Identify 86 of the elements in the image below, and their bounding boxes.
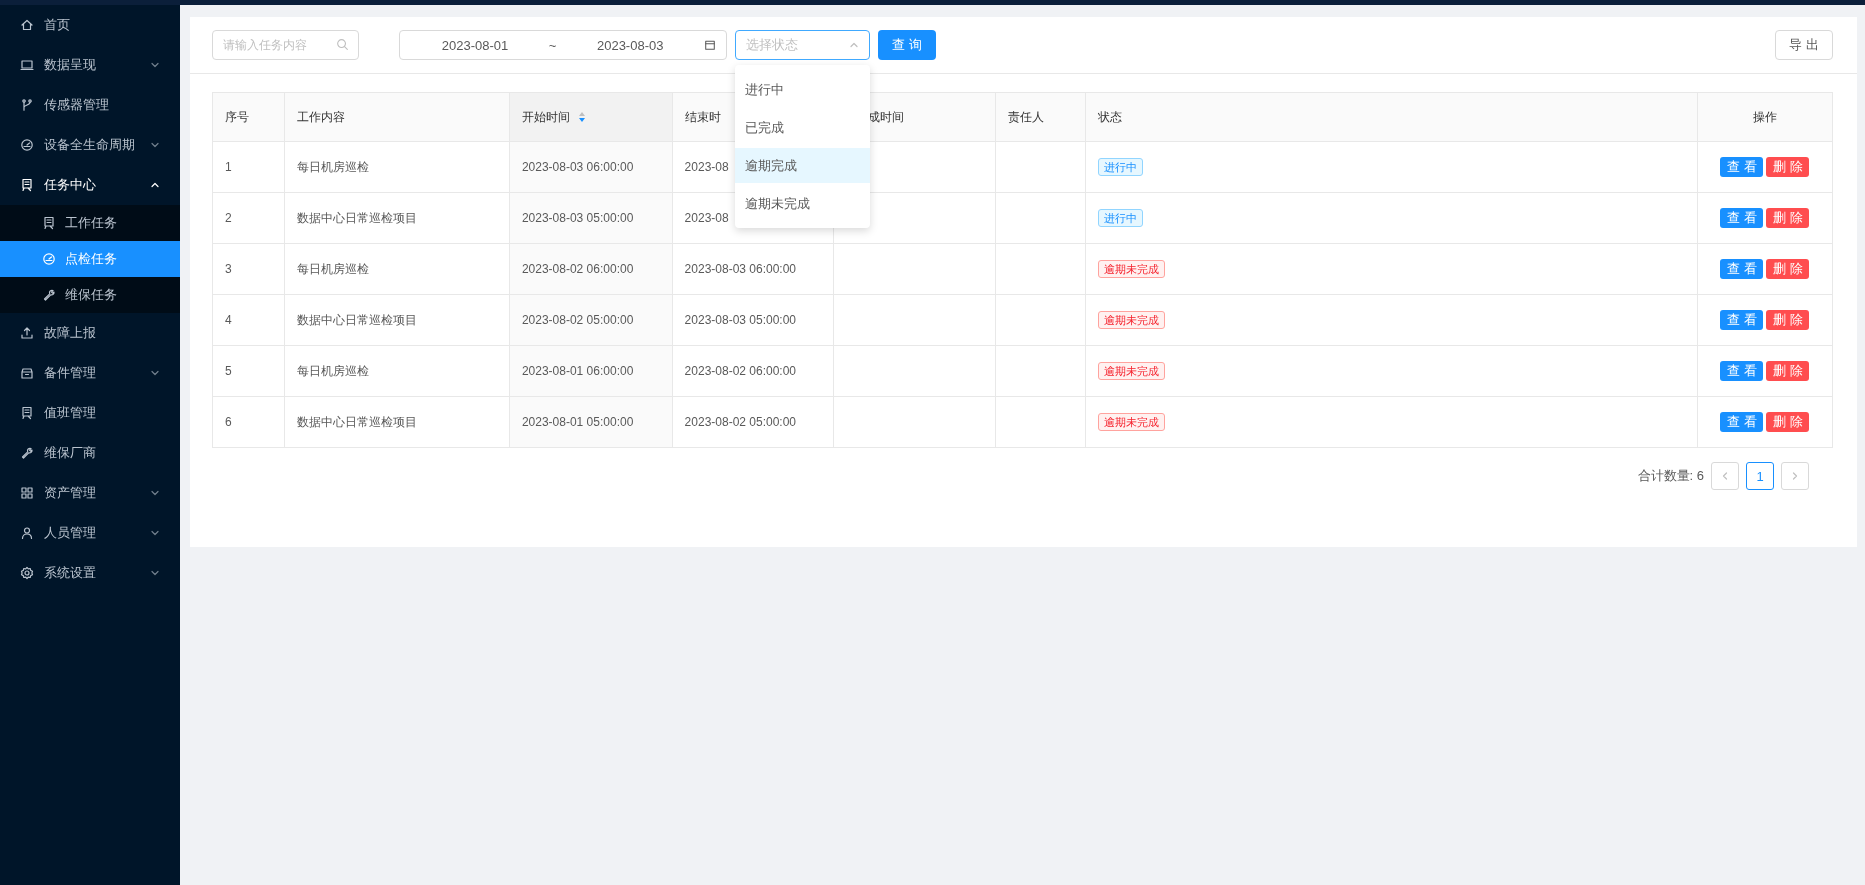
table-cell: 2023-08-03 06:00:00	[521, 160, 634, 174]
menu-item[interactable]: 首页	[0, 5, 180, 45]
table-cell: 2023-08-01 05:00:00	[521, 415, 634, 429]
menu-item[interactable]: 设备全生命周期	[0, 125, 180, 165]
previous-page-button[interactable]	[1711, 462, 1739, 490]
column-header: 责任人	[1007, 108, 1044, 126]
chevron-left-icon	[1720, 471, 1730, 481]
menu-item[interactable]: 数据呈现	[0, 45, 180, 85]
column-header: 成时间	[868, 108, 905, 126]
table-cell: 5	[225, 364, 232, 378]
dropdown-option[interactable]: 逾期未完成	[735, 186, 870, 221]
table-cell: 2023-08-03 06:00:00	[684, 262, 797, 276]
total-count: 合计数量: 6	[1637, 467, 1704, 485]
table-cell: 2	[225, 211, 232, 225]
dropdown-option[interactable]: 逾期完成	[735, 148, 870, 183]
box-icon	[20, 366, 34, 380]
table-cell: 2023-08-02 05:00:00	[684, 415, 797, 429]
monitor-icon	[20, 58, 34, 72]
user-icon	[20, 526, 34, 540]
table-cell: 数据中心日常巡检项目	[297, 414, 418, 429]
document-icon	[20, 178, 34, 192]
status-tag: 逾期未完成	[1097, 362, 1165, 380]
status-tag: 逾期未完成	[1097, 413, 1165, 431]
table-cell: 数据中心日常巡检项目	[297, 210, 418, 225]
sort-icon[interactable]	[577, 111, 586, 123]
gauge-icon	[20, 138, 34, 152]
menu-item[interactable]: 人员管理	[0, 513, 180, 553]
table-cell: 2023-08	[684, 211, 729, 225]
status-tag: 逾期未完成	[1097, 311, 1165, 329]
gauge-icon	[42, 252, 56, 266]
table-cell: 每日机房巡检	[297, 159, 370, 174]
menu-item[interactable]: 系统设置	[0, 553, 180, 593]
menu-item[interactable]: 传感器管理	[0, 85, 180, 125]
submenu-item[interactable]: 维保任务	[0, 277, 180, 313]
gear-icon	[20, 566, 34, 580]
chevron-up-icon	[849, 40, 859, 50]
table-cell: 1	[225, 160, 232, 174]
menu-item[interactable]: 值班管理	[0, 393, 180, 433]
calendar-icon	[704, 39, 716, 51]
column-header: 操作	[1752, 108, 1777, 126]
menu-item[interactable]: 故障上报	[0, 313, 180, 353]
column-header: 开始时间	[521, 108, 570, 126]
table-cell: 2023-08-03 05:00:00	[521, 211, 634, 225]
export-button[interactable]: 导 出	[1775, 30, 1833, 60]
table-cell: 3	[225, 262, 232, 276]
wrench-icon	[20, 446, 34, 460]
column-header: 结束时	[684, 108, 721, 126]
next-page-button[interactable]	[1781, 462, 1809, 490]
status-tag: 逾期未完成	[1097, 260, 1165, 278]
table-cell: 2023-08-01 06:00:00	[521, 364, 634, 378]
table-cell: 每日机房巡检	[297, 363, 370, 378]
home-icon	[20, 18, 34, 32]
date-range-field[interactable]: 2023-08-01 ~ 2023-08-03	[399, 30, 727, 60]
search-icon	[336, 38, 349, 51]
table-cell: 2023-08-02 06:00:00	[684, 364, 797, 378]
menu-item[interactable]: 备件管理	[0, 353, 180, 393]
document-icon	[20, 406, 34, 420]
menu-item[interactable]: 任务中心	[0, 165, 180, 205]
status-tag: 进行中	[1097, 158, 1143, 176]
column-header: 工作内容	[297, 108, 346, 126]
column-header: 序号	[225, 108, 249, 126]
table-cell: 2023-08-03 05:00:00	[684, 313, 797, 327]
menu-item[interactable]: 资产管理	[0, 473, 180, 513]
document-icon	[42, 216, 56, 230]
wrench-icon	[42, 288, 56, 302]
dropdown-option[interactable]: 已完成	[735, 110, 870, 145]
end-date: 2023-08-03	[595, 37, 665, 53]
table-cell: 2023-08-02 06:00:00	[521, 262, 634, 276]
dropdown-option[interactable]: 进行中	[735, 72, 870, 107]
table-cell: 每日机房巡检	[297, 261, 370, 276]
upload-icon	[20, 326, 34, 340]
table-cell: 4	[225, 313, 232, 327]
branch-icon	[20, 98, 34, 112]
table-cell: 2023-08-02 05:00:00	[521, 313, 634, 327]
menu-item[interactable]: 维保厂商	[0, 433, 180, 473]
column-header: 状态	[1097, 108, 1122, 126]
table-cell: 数据中心日常巡检项目	[297, 312, 418, 327]
chevron-right-icon	[1790, 471, 1800, 481]
table-cell: 2023-08	[684, 160, 729, 174]
submenu-item[interactable]: 工作任务	[0, 205, 180, 241]
grid-icon	[20, 486, 34, 500]
search-field[interactable]: 请输入任务内容	[212, 30, 359, 60]
table-cell: 6	[225, 415, 232, 429]
range-separator: ~	[548, 37, 557, 53]
status-tag: 进行中	[1097, 209, 1143, 227]
start-date: 2023-08-01	[440, 37, 510, 53]
